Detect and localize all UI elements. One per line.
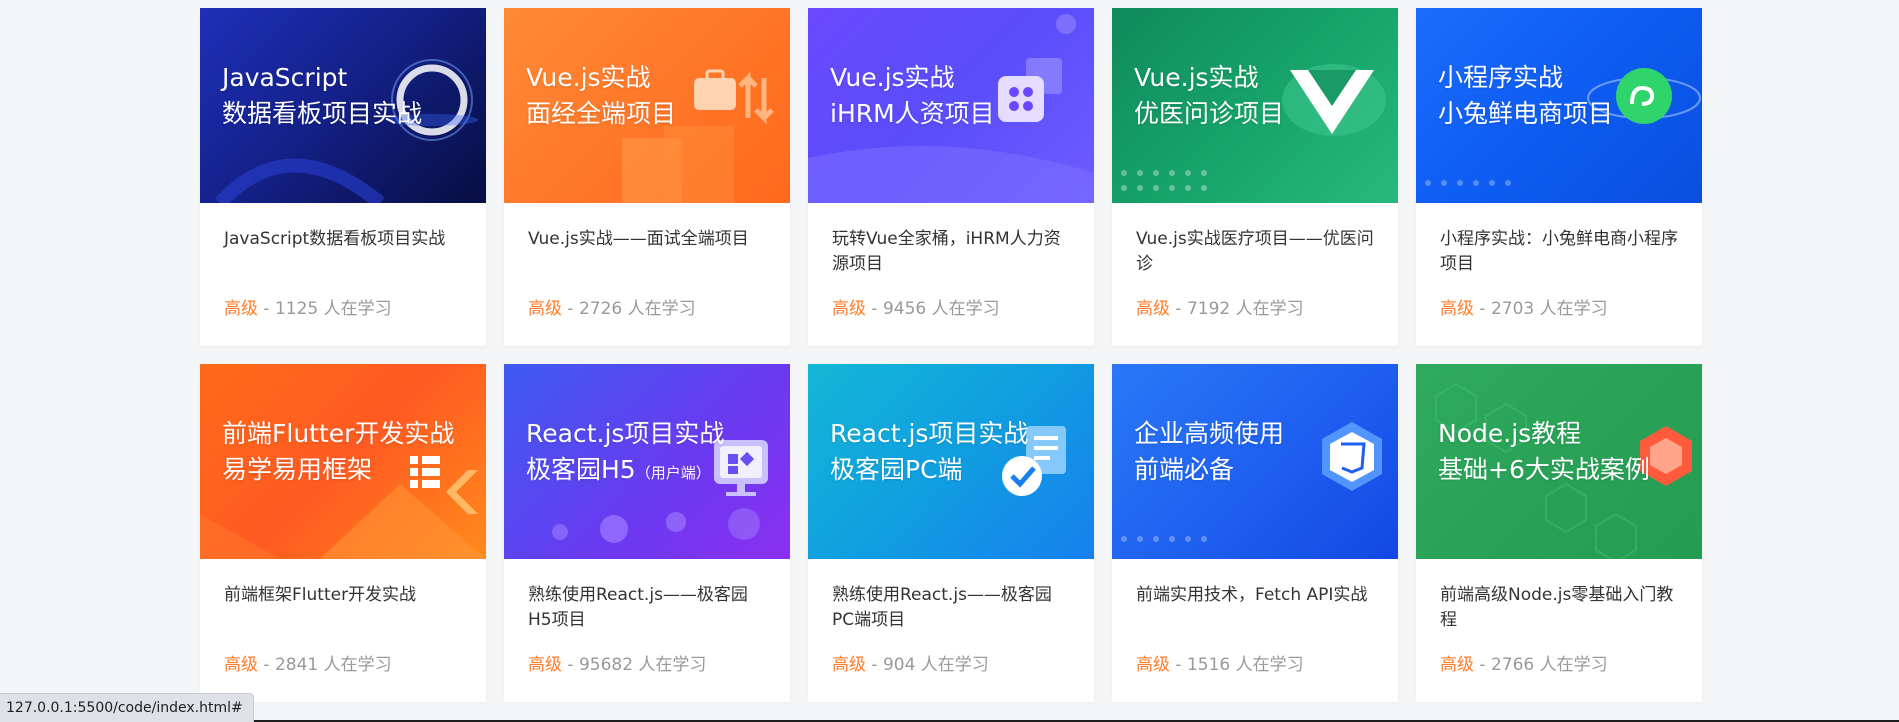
course-meta: 高级 - 904 人在学习 [832,650,989,675]
course-learners: - 1125 人在学习 [258,299,392,319]
course-card[interactable]: React.js项目实战 极客园PC端 熟练使用React.js——极客园PC端… [808,364,1094,702]
course-level: 高级 [1440,655,1474,675]
course-level: 高级 [832,299,866,319]
course-title[interactable]: 前端实用技术，Fetch API实战 [1136,583,1376,608]
course-title[interactable]: Vue.js实战——面试全端项目 [528,227,768,252]
course-title[interactable]: 前端高级Node.js零基础入门教程 [1440,583,1680,633]
course-cover[interactable]: 小程序实战 小兔鲜电商项目 [1416,8,1702,203]
course-card[interactable]: Vue.js实战 优医问诊项目 Vue.js实战医疗项目——优医问诊 高级 - … [1112,8,1398,346]
course-title[interactable]: 熟练使用React.js——极客园H5项目 [528,583,768,633]
course-card[interactable]: Vue.js实战 面经全端项目 Vue.js实战——面试全端项目 高级 - 27… [504,8,790,346]
course-level: 高级 [1136,655,1170,675]
course-learners: - 7192 人在学习 [1170,299,1304,319]
course-meta: 高级 - 2703 人在学习 [1440,294,1608,319]
course-card[interactable]: 小程序实战 小兔鲜电商项目 小程序实战：小兔鲜电商小程序项目 高级 - 2703… [1416,8,1702,346]
course-meta: 高级 - 2841 人在学习 [224,650,392,675]
course-cover[interactable]: Vue.js实战 iHRM人资项目 [808,8,1094,203]
cover-text: Vue.js实战 iHRM人资项目 [830,63,995,128]
cover-text: React.js项目实战 极客园H5（用户端） [526,419,725,484]
cover-text: Node.js教程 基础+6大实战案例 [1438,419,1650,484]
course-card[interactable]: Vue.js实战 iHRM人资项目 玩转Vue全家桶，iHRM人力资源项目 高级… [808,8,1094,346]
cover-text: Vue.js实战 面经全端项目 [526,63,677,128]
course-card[interactable]: React.js项目实战 极客园H5（用户端） 熟练使用React.js——极客… [504,364,790,702]
course-cover[interactable]: Vue.js实战 面经全端项目 [504,8,790,203]
cover-text: JavaScript 数据看板项目实战 [222,63,423,128]
course-cover[interactable]: 前端Flutter开发实战 易学易用框架 [200,364,486,559]
course-learners: - 904 人在学习 [866,655,989,675]
course-title[interactable]: 玩转Vue全家桶，iHRM人力资源项目 [832,227,1072,277]
course-meta: 高级 - 7192 人在学习 [1136,294,1304,319]
cover-text: React.js项目实战 极客园PC端 [830,419,1029,484]
course-learners: - 2703 人在学习 [1474,299,1608,319]
cover-text: Vue.js实战 优医问诊项目 [1134,63,1285,128]
course-learners: - 2766 人在学习 [1474,655,1608,675]
course-meta: 高级 - 95682 人在学习 [528,650,706,675]
course-title[interactable]: 熟练使用React.js——极客园PC端项目 [832,583,1072,633]
course-cover[interactable]: Vue.js实战 优医问诊项目 [1112,8,1398,203]
link-status-bar: 127.0.0.1:5500/code/index.html# [0,693,254,722]
course-level: 高级 [1136,299,1170,319]
course-title[interactable]: 小程序实战：小兔鲜电商小程序项目 [1440,227,1680,277]
course-title[interactable]: JavaScript数据看板项目实战 [224,227,464,252]
course-meta: 高级 - 9456 人在学习 [832,294,1000,319]
course-grid: JavaScript 数据看板项目实战 JavaScript数据看板项目实战 高… [200,8,1702,702]
cover-text: 企业高频使用 前端必备 [1134,419,1285,484]
course-learners: - 9456 人在学习 [866,299,1000,319]
course-level: 高级 [224,655,258,675]
course-level: 高级 [528,655,562,675]
course-learners: - 2841 人在学习 [258,655,392,675]
cover-text: 前端Flutter开发实战 易学易用框架 [222,419,455,484]
course-learners: - 2726 人在学习 [562,299,696,319]
course-card[interactable]: 企业高频使用 前端必备 前端实用技术，Fetch API实战 高级 - 1516… [1112,364,1398,702]
course-meta: 高级 - 2726 人在学习 [528,294,696,319]
course-level: 高级 [224,299,258,319]
cover-text: 小程序实战 小兔鲜电商项目 [1438,63,1614,128]
course-cover[interactable]: JavaScript 数据看板项目实战 [200,8,486,203]
course-learners: - 1516 人在学习 [1170,655,1304,675]
course-level: 高级 [528,299,562,319]
course-meta: 高级 - 2766 人在学习 [1440,650,1608,675]
course-meta: 高级 - 1125 人在学习 [224,294,392,319]
course-title[interactable]: 前端框架Flutter开发实战 [224,583,464,608]
course-level: 高级 [1440,299,1474,319]
course-cover[interactable]: Node.js教程 基础+6大实战案例 [1416,364,1702,559]
course-cover[interactable]: 企业高频使用 前端必备 [1112,364,1398,559]
course-card[interactable]: Node.js教程 基础+6大实战案例 前端高级Node.js零基础入门教程 高… [1416,364,1702,702]
course-title[interactable]: Vue.js实战医疗项目——优医问诊 [1136,227,1376,277]
course-card[interactable]: 前端Flutter开发实战 易学易用框架 前端框架Flutter开发实战 高级 … [200,364,486,702]
course-cover[interactable]: React.js项目实战 极客园H5（用户端） [504,364,790,559]
course-meta: 高级 - 1516 人在学习 [1136,650,1304,675]
course-card[interactable]: JavaScript 数据看板项目实战 JavaScript数据看板项目实战 高… [200,8,486,346]
course-learners: - 95682 人在学习 [562,655,707,675]
course-level: 高级 [832,655,866,675]
course-cover[interactable]: React.js项目实战 极客园PC端 [808,364,1094,559]
